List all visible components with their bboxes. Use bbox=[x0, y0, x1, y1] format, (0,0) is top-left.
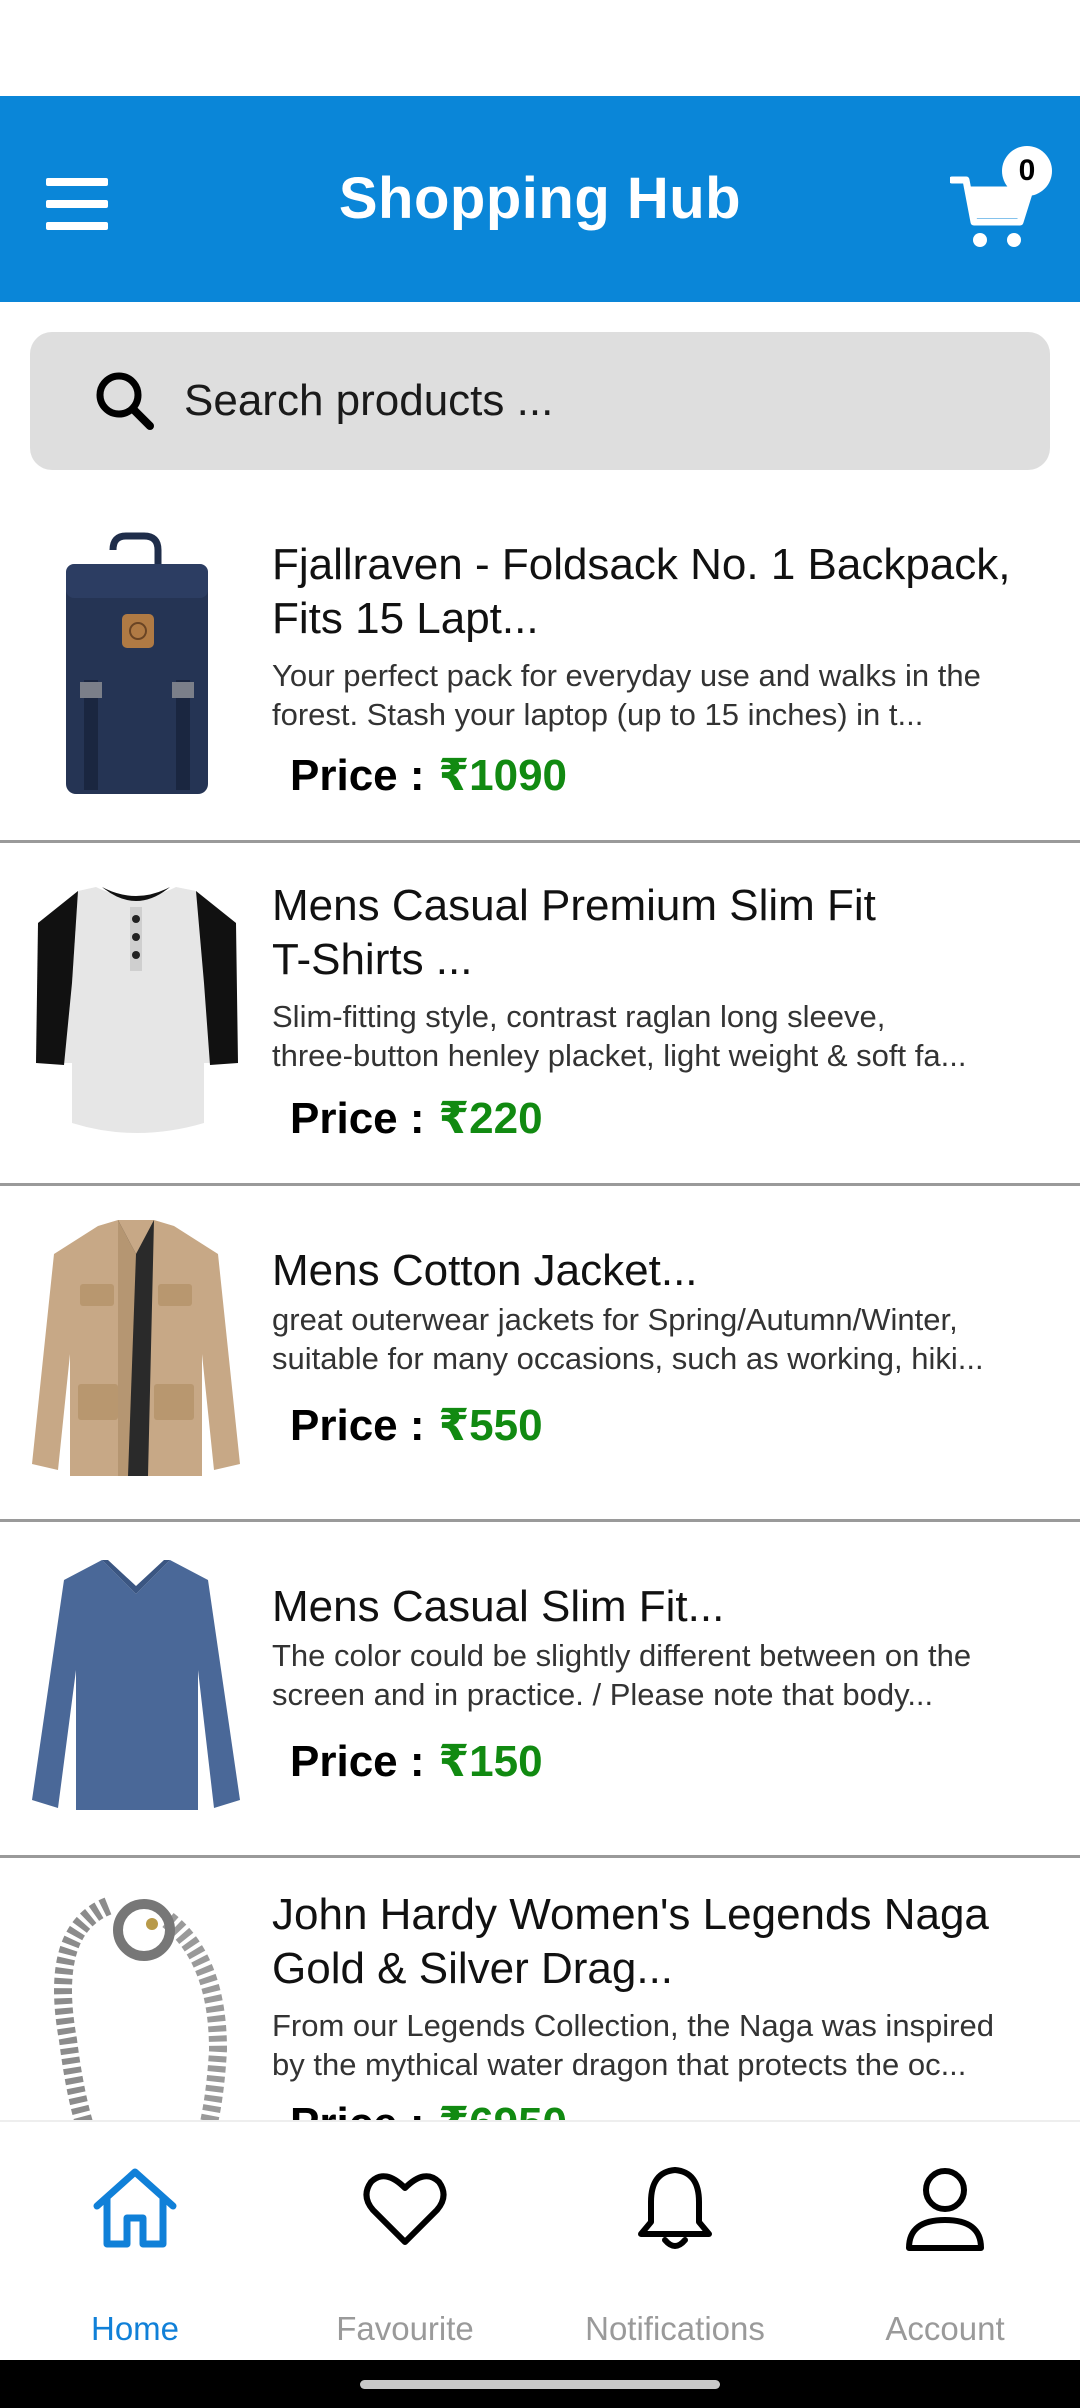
product-image-jacket bbox=[32, 1220, 240, 1476]
product-description-line: by the mythical water dragon that protec… bbox=[272, 2047, 967, 2082]
product-image-bracelet bbox=[54, 1897, 228, 2120]
nav-item-favourite[interactable]: Favourite bbox=[270, 2122, 540, 2362]
price-label: Price : bbox=[290, 751, 425, 800]
bell-icon bbox=[638, 2167, 712, 2249]
product-price: Price : ₹550 bbox=[290, 1400, 543, 1451]
product-description-line: screen and in practice. / Please note th… bbox=[272, 1677, 934, 1712]
product-description: The color could be slightly different be… bbox=[272, 1636, 1062, 1714]
product-description: Your perfect pack for everyday use and w… bbox=[272, 656, 1062, 734]
product-title: John Hardy Women's Legends Naga bbox=[272, 1890, 989, 1939]
product-description-line: Slim-fitting style, contrast raglan long… bbox=[272, 999, 886, 1034]
price-value: ₹220 bbox=[438, 1094, 543, 1143]
product-title: T-Shirts ... bbox=[272, 935, 473, 984]
product-item[interactable]: John Hardy Women's Legends Naga Gold & S… bbox=[0, 1858, 1080, 2120]
price-value: ₹150 bbox=[438, 1737, 543, 1786]
price-label: Price : bbox=[290, 1737, 425, 1786]
heart-icon bbox=[363, 2173, 447, 2245]
product-title: Fjallraven - Foldsack No. 1 Backpack, bbox=[272, 540, 1011, 589]
nav-label-notifications: Notifications bbox=[585, 2310, 765, 2347]
product-item[interactable]: Mens Casual Slim Fit... The color could … bbox=[0, 1522, 1080, 1858]
product-item[interactable]: Mens Cotton Jacket... great outerwear ja… bbox=[0, 1186, 1080, 1522]
price-label: Price : bbox=[290, 1401, 425, 1450]
product-description-line: three-button henley placket, light weigh… bbox=[272, 1038, 967, 1073]
price-value: ₹6950 bbox=[439, 2099, 568, 2120]
nav-item-home[interactable]: Home bbox=[0, 2122, 270, 2362]
price-value: ₹1090 bbox=[438, 751, 568, 800]
price-value: ₹550 bbox=[438, 1401, 543, 1450]
cart-button[interactable]: 0 bbox=[950, 146, 1052, 264]
menu-button[interactable] bbox=[30, 156, 126, 252]
product-list: Fjallraven - Foldsack No. 1 Backpack, Fi… bbox=[0, 500, 1080, 2120]
product-price: Price : ₹6950 bbox=[290, 2098, 567, 2120]
product-description: Slim-fitting style, contrast raglan long… bbox=[272, 997, 1062, 1075]
home-icon bbox=[93, 2168, 177, 2248]
product-description-line: The color could be slightly different be… bbox=[272, 1638, 972, 1673]
product-price: Price : ₹220 bbox=[290, 1093, 543, 1144]
app-screen: Shopping Hub 0 Search products ... Fjall… bbox=[0, 0, 1080, 2408]
product-description-line: From our Legends Collection, the Naga wa… bbox=[272, 2008, 994, 2043]
app-title: Shopping Hub bbox=[338, 166, 742, 231]
product-title: Gold & Silver Drag... bbox=[272, 1944, 674, 1993]
nav-item-account[interactable]: Account bbox=[810, 2122, 1080, 2362]
product-title: Fits 15 Lapt... bbox=[272, 594, 539, 643]
bottom-navigation: Home Favourite Notifications Account bbox=[0, 2120, 1080, 2360]
price-label: Price : bbox=[290, 1094, 425, 1143]
product-image-backpack bbox=[66, 532, 208, 794]
search-icon bbox=[96, 372, 154, 430]
product-item[interactable]: Fjallraven - Foldsack No. 1 Backpack, Fi… bbox=[0, 500, 1080, 843]
product-price: Price : ₹1090 bbox=[290, 750, 567, 801]
menu-icon-line bbox=[46, 222, 108, 230]
home-gesture-handle[interactable] bbox=[360, 2380, 720, 2389]
product-image-tshirt bbox=[36, 887, 238, 1133]
product-title: Mens Cotton Jacket... bbox=[272, 1246, 698, 1295]
product-description-line: Your perfect pack for everyday use and w… bbox=[272, 658, 981, 693]
product-price: Price : ₹150 bbox=[290, 1736, 543, 1787]
search-bar[interactable] bbox=[30, 332, 1050, 470]
product-description-line: suitable for many occasions, such as wor… bbox=[272, 1341, 984, 1376]
product-title: Mens Casual Slim Fit... bbox=[272, 1582, 725, 1631]
menu-icon-line bbox=[46, 178, 108, 186]
product-description: great outerwear jackets for Spring/Autum… bbox=[272, 1300, 1062, 1378]
product-title: Mens Casual Premium Slim Fit bbox=[272, 881, 876, 930]
nav-label-home: Home bbox=[90, 2310, 180, 2347]
menu-icon-line bbox=[46, 200, 108, 208]
nav-item-notifications[interactable]: Notifications bbox=[540, 2122, 810, 2362]
product-item[interactable]: Mens Casual Premium Slim Fit T-Shirts ..… bbox=[0, 843, 1080, 1186]
price-label: Price : bbox=[290, 2099, 425, 2120]
cart-count-badge: 0 bbox=[1002, 146, 1052, 196]
product-description-line: forest. Stash your laptop (up to 15 inch… bbox=[272, 697, 924, 732]
nav-label-account: Account bbox=[885, 2310, 1005, 2347]
product-image-longsleeve bbox=[32, 1560, 240, 1810]
system-gesture-bar bbox=[0, 2360, 1080, 2408]
search-input[interactable] bbox=[184, 332, 1004, 470]
product-description-line: great outerwear jackets for Spring/Autum… bbox=[272, 1302, 958, 1337]
person-icon bbox=[906, 2168, 984, 2251]
app-bar: Shopping Hub 0 bbox=[0, 96, 1080, 302]
status-bar bbox=[0, 0, 1080, 96]
nav-label-favourite: Favourite bbox=[336, 2310, 474, 2347]
product-description: From our Legends Collection, the Naga wa… bbox=[272, 2006, 1062, 2084]
